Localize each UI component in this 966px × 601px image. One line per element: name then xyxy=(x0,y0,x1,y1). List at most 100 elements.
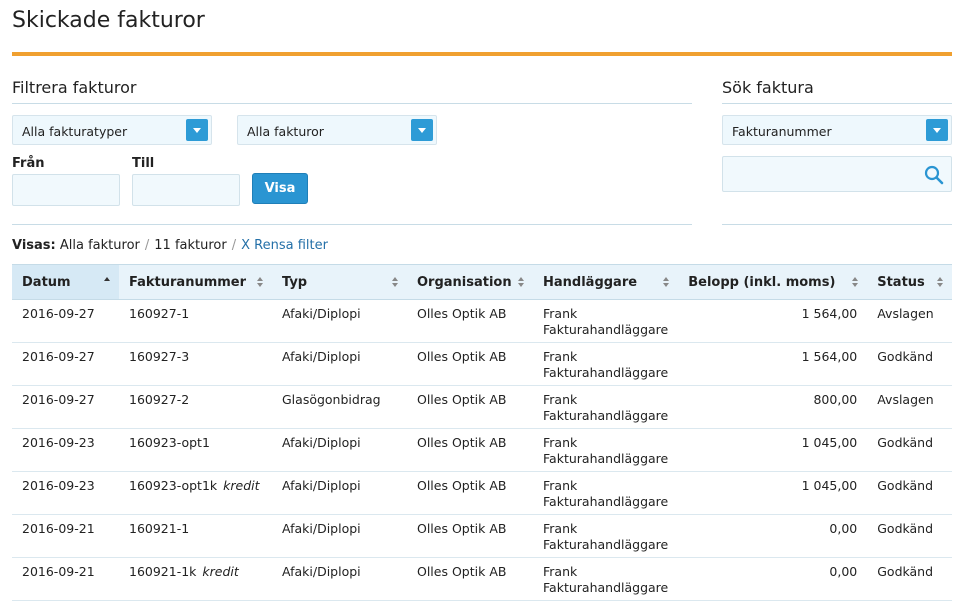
clear-filter-link[interactable]: X Rensa filter xyxy=(241,238,328,253)
cell-organisation: Olles Optik AB xyxy=(407,557,533,601)
column-header-organisation[interactable]: Organisation xyxy=(407,264,533,300)
cell-amount-text: 800,00 xyxy=(813,392,858,407)
column-header-type[interactable]: Typ xyxy=(272,264,407,300)
cell-amount: 800,00 xyxy=(678,385,868,429)
sort-icon xyxy=(257,277,264,288)
cell-type: Afaki/Diplopi xyxy=(272,428,407,472)
table-row[interactable]: 2016-09-23 160923-opt1 Afaki/Diplopi Olles … xyxy=(12,428,952,472)
cell-amount-text: 1 045,00 xyxy=(801,478,858,493)
table-row[interactable]: 2016-09-21 160921-1 Afaki/Diplopi Olles Opt… xyxy=(12,514,952,558)
cell-handler: Frank Fakturahandläggare xyxy=(533,385,679,429)
credit-label: kredit xyxy=(223,478,260,493)
cell-organisation-text: Olles Optik AB xyxy=(417,564,507,579)
sort-icon xyxy=(937,277,944,288)
chevron-down-icon xyxy=(926,119,948,141)
table-row[interactable]: 2016-09-27 160927-2 Glasögonbidrag Olles Op… xyxy=(12,385,952,429)
column-header-label: Datum xyxy=(22,274,71,290)
chevron-down-icon xyxy=(186,119,208,141)
invoice-number-link[interactable]: 160927-1 xyxy=(129,306,189,321)
cell-organisation-text: Olles Optik AB xyxy=(417,392,507,407)
invoice-number-link[interactable]: 160927-3 xyxy=(129,349,189,364)
cell-type: Afaki/Diplopi xyxy=(272,342,407,386)
handler-first-name: Frank xyxy=(543,521,578,536)
cell-date-text: 2016-09-21 xyxy=(22,564,95,579)
cell-amount: 1 045,00 xyxy=(678,428,868,472)
cell-date-text: 2016-09-27 xyxy=(22,392,95,407)
show-button[interactable]: Visa xyxy=(252,173,308,204)
search-section-title: Sök faktura xyxy=(722,78,814,97)
cell-status: Avslagen xyxy=(867,299,952,343)
search-bottom-divider xyxy=(722,224,952,225)
invoice-status-select-value: Alla fakturor xyxy=(247,124,324,139)
cell-date-text: 2016-09-21 xyxy=(22,521,95,536)
invoice-number-link[interactable]: 160927-2 xyxy=(129,392,189,407)
status-text: Godkänd xyxy=(877,478,934,493)
invoice-number-link[interactable]: 160921-1k xyxy=(129,564,196,579)
cell-type: Afaki/Diplopi xyxy=(272,557,407,601)
search-icon[interactable] xyxy=(924,165,944,185)
cell-organisation-text: Olles Optik AB xyxy=(417,478,507,493)
search-field-select-value: Fakturanummer xyxy=(732,124,832,139)
table-row[interactable]: 2016-09-21 160921-1k kredit Afaki/Diplopi Ol… xyxy=(12,557,952,601)
cell-handler: Frank Fakturahandläggare xyxy=(533,299,679,343)
column-header-invoice-number[interactable]: Fakturanummer xyxy=(119,264,272,300)
column-header-date[interactable]: Datum xyxy=(12,264,119,300)
status-text: Avslagen xyxy=(877,392,934,407)
handler-first-name: Frank xyxy=(543,564,578,579)
chevron-down-icon xyxy=(411,119,433,141)
table-row[interactable]: 2016-09-27 160927-3 Afaki/Diplopi Olles Opt… xyxy=(12,342,952,386)
cell-date: 2016-09-27 xyxy=(12,385,119,429)
filter-bottom-divider xyxy=(12,224,692,225)
cell-status: Avslagen xyxy=(867,385,952,429)
cell-date-text: 2016-09-23 xyxy=(22,435,95,450)
invoice-number-link[interactable]: 160923-opt1k xyxy=(129,478,217,493)
cell-invoice-number: 160921-1k kredit xyxy=(119,557,272,601)
table-row[interactable]: 2016-09-23 160923-opt1k kredit Afaki/Diplop… xyxy=(12,471,952,515)
page-title: Skickade fakturor xyxy=(12,8,205,33)
filter-divider xyxy=(12,103,692,104)
cell-type: Glasögonbidrag xyxy=(272,385,407,429)
invoice-status-select[interactable]: Alla fakturor xyxy=(237,115,437,145)
sort-ascending-icon xyxy=(104,277,111,288)
to-date-input[interactable] xyxy=(132,174,240,206)
from-date-label: Från xyxy=(12,156,45,171)
cell-amount: 0,00 xyxy=(678,514,868,558)
filter-summary-prefix: Visas: xyxy=(12,238,56,253)
cell-handler: Frank Fakturahandläggare xyxy=(533,471,679,515)
cell-invoice-number: 160921-1 xyxy=(119,514,272,558)
cell-status: Godkänd xyxy=(867,428,952,472)
cell-organisation-text: Olles Optik AB xyxy=(417,435,507,450)
table-row[interactable]: 2016-09-27 160927-1 Afaki/Diplopi Olles Opt… xyxy=(12,299,952,343)
cell-amount: 1 564,00 xyxy=(678,299,868,343)
cell-handler: Frank Fakturahandläggare xyxy=(533,514,679,558)
cell-organisation: Olles Optik AB xyxy=(407,428,533,472)
invoice-type-select[interactable]: Alla fakturatyper xyxy=(12,115,212,145)
sort-icon xyxy=(852,277,859,288)
cell-organisation: Olles Optik AB xyxy=(407,342,533,386)
cell-amount-text: 1 564,00 xyxy=(801,306,858,321)
cell-invoice-number: 160927-3 xyxy=(119,342,272,386)
cell-type: Afaki/Diplopi xyxy=(272,514,407,558)
cell-type-text: Glasögonbidrag xyxy=(282,392,381,407)
to-date-label: Till xyxy=(132,156,155,171)
filter-summary-count: 11 fakturor xyxy=(154,238,227,253)
cell-date-text: 2016-09-27 xyxy=(22,349,95,364)
search-field-select[interactable]: Fakturanummer xyxy=(722,115,952,145)
cell-status: Godkänd xyxy=(867,342,952,386)
from-date-input[interactable] xyxy=(12,174,120,206)
column-header-label: Fakturanummer xyxy=(129,274,247,290)
invoice-search-input[interactable] xyxy=(722,156,952,192)
cell-type: Afaki/Diplopi xyxy=(272,471,407,515)
invoice-number-link[interactable]: 160921-1 xyxy=(129,521,189,536)
cell-amount-text: 1 045,00 xyxy=(801,435,858,450)
handler-last-name: Fakturahandläggare xyxy=(543,322,669,337)
invoice-number-link[interactable]: 160923-opt1 xyxy=(129,435,210,450)
cell-date: 2016-09-21 xyxy=(12,514,119,558)
column-header-amount[interactable]: Belopp (inkl. moms) xyxy=(678,264,868,300)
column-header-status[interactable]: Status xyxy=(867,264,952,300)
cell-organisation: Olles Optik AB xyxy=(407,514,533,558)
cell-date: 2016-09-23 xyxy=(12,428,119,472)
column-header-handler[interactable]: Handläggare xyxy=(533,264,679,300)
cell-organisation: Olles Optik AB xyxy=(407,299,533,343)
sort-icon xyxy=(518,277,525,288)
